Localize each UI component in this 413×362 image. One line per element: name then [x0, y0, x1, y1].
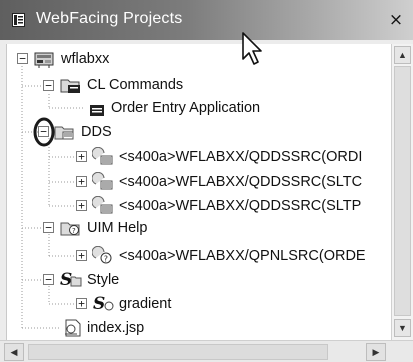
close-icon[interactable]: ×	[385, 10, 407, 30]
scroll-up-button[interactable]: ▲	[394, 46, 411, 64]
tree-item-style[interactable]: Style	[81, 268, 119, 292]
style-folder-icon: S	[60, 270, 82, 289]
expand-toggle-dds-sltc[interactable]: +	[76, 176, 87, 187]
expand-toggle-dds-ordi[interactable]: +	[76, 151, 87, 162]
svg-text:?: ?	[104, 255, 108, 264]
scroll-left-button[interactable]: ◀	[4, 343, 24, 361]
tree-item-uim-member[interactable]: <s400a>WFLABXX/QPNLSRC(ORDE	[113, 244, 366, 268]
tree-item-label: <s400a>WFLABXX/QDDSSRC(SLTP	[119, 198, 362, 214]
tree-item-label: Style	[87, 272, 120, 288]
collapse-toggle-cl-commands[interactable]: −	[43, 80, 54, 91]
dds-folder-icon	[54, 126, 74, 140]
collapse-toggle-uim-help[interactable]: −	[43, 222, 54, 233]
svg-text:S: S	[60, 270, 72, 289]
tree-item-dds-member[interactable]: <s400a>WFLABXX/QDDSSRC(SLTC	[113, 170, 362, 194]
tree-item-label: wflabxx	[61, 51, 110, 67]
tree-item-uim-help[interactable]: UIM Help	[81, 216, 147, 240]
collapse-toggle-style[interactable]: −	[43, 274, 54, 285]
scroll-down-button[interactable]: ▼	[394, 319, 411, 337]
tree-item-order-entry-application[interactable]: Order Entry Application	[105, 96, 260, 120]
svg-text:S: S	[93, 294, 105, 313]
view-title: WebFacing Projects	[36, 10, 183, 27]
tree-item-label: CL Commands	[87, 77, 184, 93]
expand-toggle-uim-orde[interactable]: +	[76, 250, 87, 261]
cl-folder-icon	[60, 79, 80, 93]
view-icon	[12, 13, 25, 27]
horizontal-scrollbar[interactable]: ◀ ▶	[0, 340, 413, 362]
tree-item-cl-commands[interactable]: CL Commands	[81, 73, 183, 97]
tree-item-dds-member[interactable]: <s400a>WFLABXX/QDDSSRC(SLTP	[113, 194, 361, 218]
tree-item-label: Order Entry Application	[111, 100, 261, 116]
expand-toggle-dds-sltp[interactable]: +	[76, 200, 87, 211]
horizontal-scroll-thumb[interactable]	[28, 344, 328, 360]
collapse-toggle-wflabxx[interactable]: −	[17, 53, 28, 64]
tree-item-label: gradient	[119, 296, 172, 312]
project-tree[interactable]: − wflabxx − CL Commands Order Entry Appl…	[6, 44, 391, 340]
tree-item-wflabxx[interactable]: wflabxx	[55, 47, 109, 71]
tree-item-label: <s400a>WFLABXX/QDDSSRC(SLTC	[119, 174, 363, 190]
expand-toggle-gradient[interactable]: +	[76, 298, 87, 309]
scroll-right-button[interactable]: ▶	[366, 343, 386, 361]
tree-item-label: <s400a>WFLABXX/QPNLSRC(ORDE	[119, 248, 366, 264]
tree-item-label: UIM Help	[87, 220, 148, 236]
view-title-bar[interactable]: WebFacing Projects ×	[0, 0, 413, 40]
tree-item-index-jsp[interactable]: index.jsp	[81, 316, 144, 340]
tree-item-dds[interactable]: DDS	[75, 120, 112, 144]
tree-item-label: DDS	[81, 124, 112, 140]
vertical-scroll-thumb[interactable]	[394, 66, 411, 316]
tree-item-label: <s400a>WFLABXX/QDDSSRC(ORDI	[119, 149, 363, 165]
tree-item-label: index.jsp	[87, 320, 145, 336]
tree-item-dds-member[interactable]: <s400a>WFLABXX/QDDSSRC(ORDI	[113, 145, 362, 169]
vertical-scrollbar[interactable]: ▲ ▼	[391, 44, 413, 340]
mouse-pointer-icon	[242, 32, 262, 65]
uim-folder-icon: ?	[60, 222, 80, 236]
webfacing-projects-view: WebFacing Projects × − wflabxx − CL Comm…	[0, 0, 413, 362]
collapse-toggle-dds[interactable]: −	[38, 126, 49, 137]
project-icon	[34, 52, 54, 68]
svg-text:?: ?	[72, 227, 76, 235]
tree-item-gradient[interactable]: gradient	[113, 292, 171, 316]
